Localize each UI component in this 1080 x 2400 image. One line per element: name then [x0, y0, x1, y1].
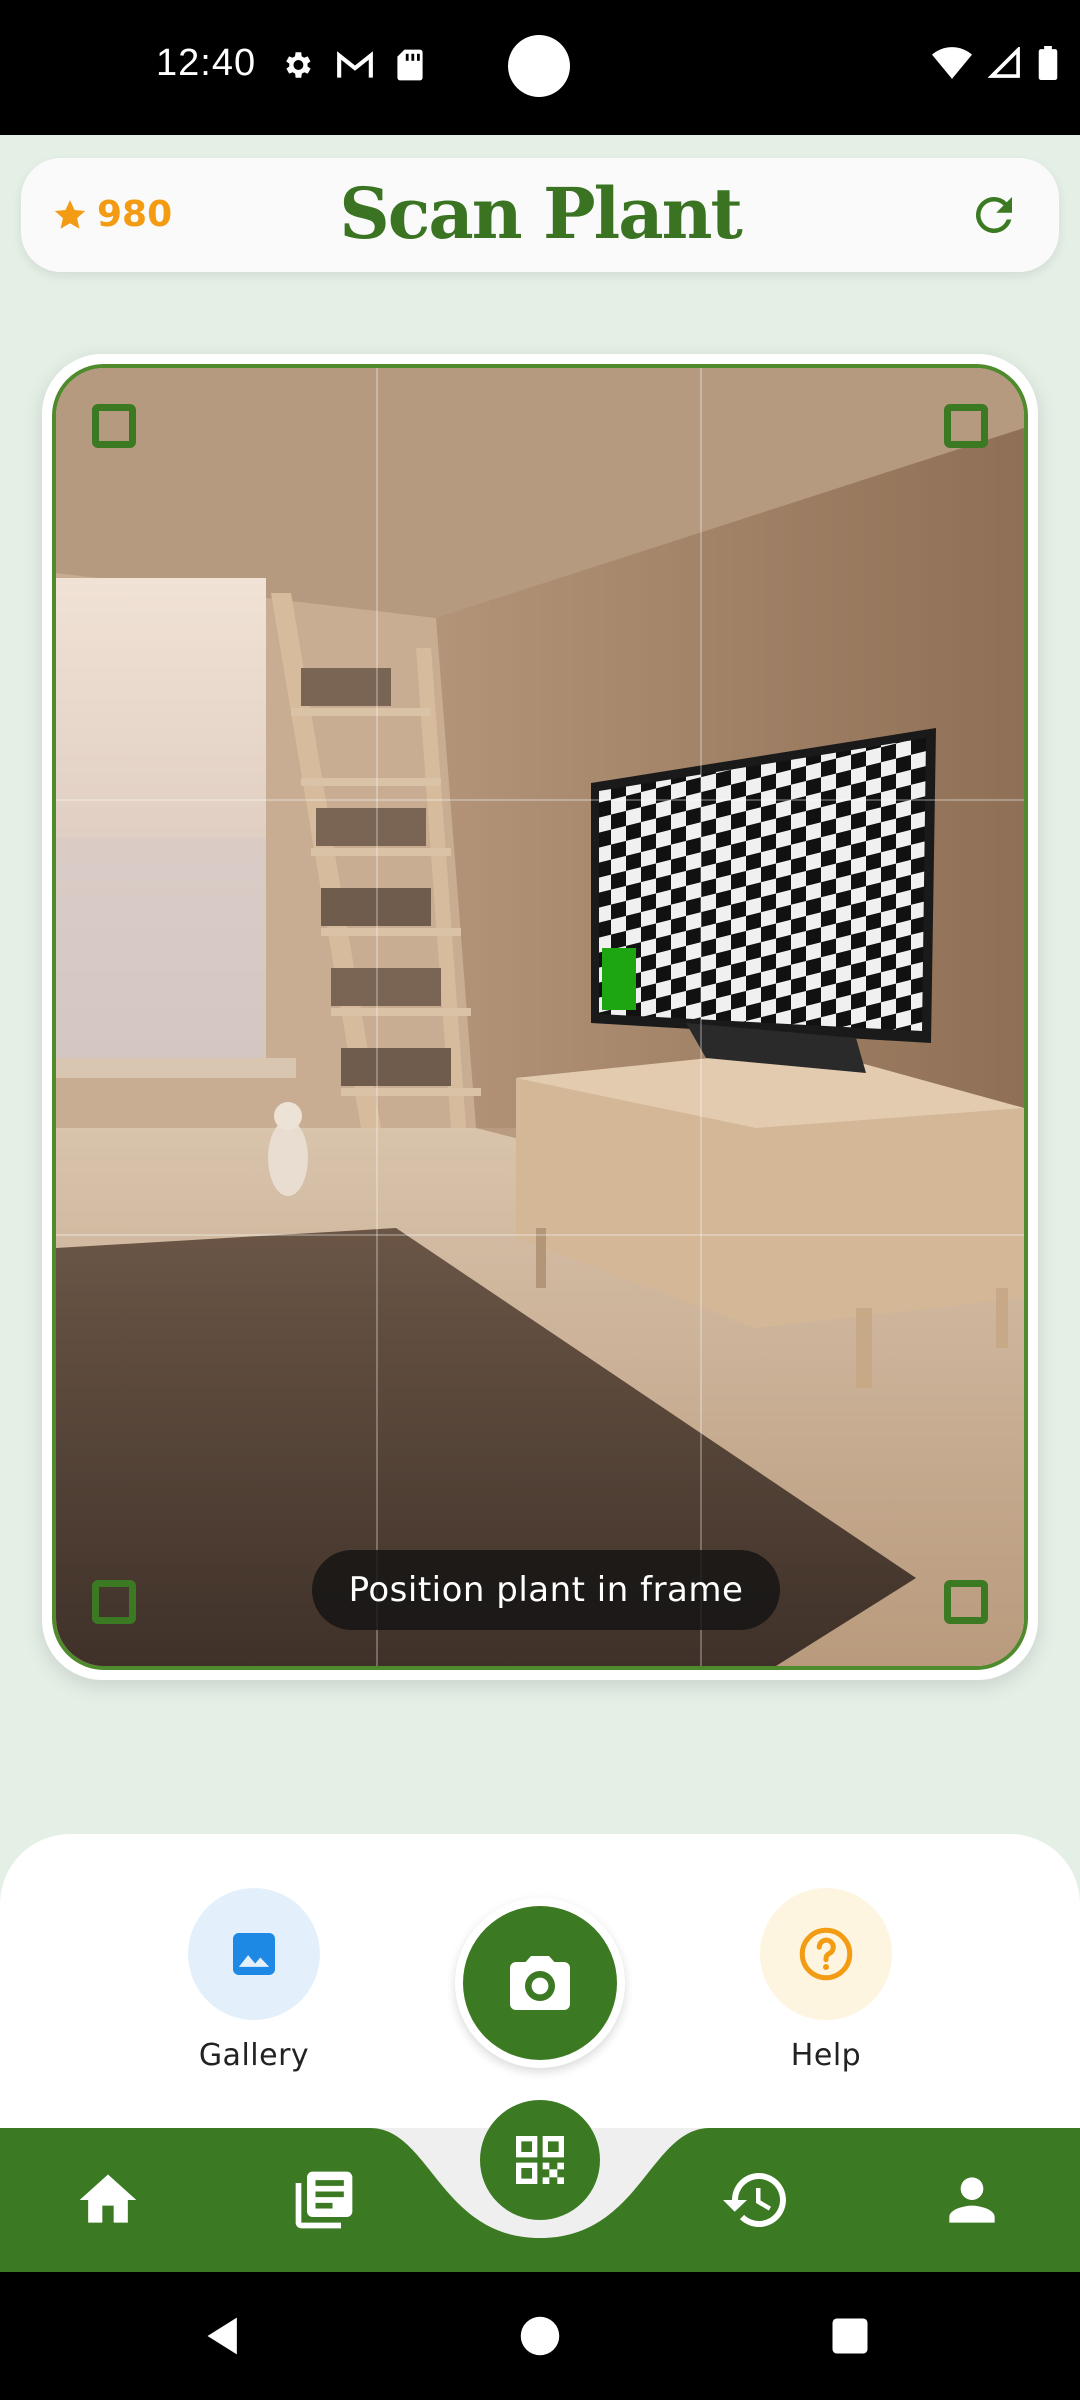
profile-icon: [949, 2177, 995, 2223]
nav-library[interactable]: [288, 2164, 360, 2236]
help-circle[interactable]: [760, 1888, 892, 2020]
grid-line: [56, 1234, 1024, 1236]
grid-line: [376, 368, 378, 1666]
scan-qr-icon: [516, 2136, 564, 2184]
camera-frame: Position plant in frame: [42, 354, 1038, 1680]
status-bar: 12:40: [0, 0, 1080, 135]
help-label: Help: [790, 2038, 862, 2073]
position-hint: Position plant in frame: [312, 1550, 780, 1630]
gallery-label: Gallery: [198, 2038, 310, 2073]
nav-home[interactable]: [72, 2164, 144, 2236]
refresh-icon: [975, 196, 1012, 233]
system-home-button[interactable]: [512, 2308, 568, 2364]
status-icons-right: [932, 46, 1058, 80]
sd-card-icon: [397, 49, 423, 81]
grid-line: [56, 799, 1024, 801]
gear-icon: [286, 52, 311, 78]
gmail-icon: [337, 51, 373, 78]
status-time: 12:40: [156, 42, 257, 84]
gallery-button[interactable]: Gallery: [188, 1888, 320, 2073]
system-navigation-bar: [0, 2272, 1080, 2400]
frame-corner-bottom-right: [944, 1580, 988, 1624]
wifi-icon: [932, 47, 972, 79]
capture-button[interactable]: [463, 1906, 617, 2060]
refresh-button[interactable]: [967, 188, 1021, 242]
system-recents-button[interactable]: [822, 2308, 878, 2364]
status-icons-left: [280, 48, 424, 82]
library-icon: [295, 2171, 353, 2229]
camera-icon: [510, 1956, 570, 2010]
home-icon: [79, 2174, 137, 2223]
help-icon: [799, 1927, 853, 1981]
recents-icon: [832, 2318, 868, 2354]
camera-scene-image: [56, 368, 1024, 1666]
frame-corner-bottom-left: [92, 1580, 136, 1624]
nav-profile[interactable]: [936, 2164, 1008, 2236]
capture-button-ring[interactable]: [455, 1898, 625, 2068]
history-icon: [723, 2173, 786, 2227]
back-icon: [207, 2317, 237, 2355]
nav-history[interactable]: [720, 2164, 792, 2236]
gallery-icon: [233, 1933, 275, 1975]
battery-icon: [1038, 46, 1058, 80]
front-camera: [508, 35, 570, 97]
nav-scan[interactable]: [480, 2100, 600, 2220]
help-button[interactable]: Help: [760, 1888, 892, 2073]
frame-corner-top-left: [92, 404, 136, 448]
app-header: 980 Scan Plant: [21, 158, 1059, 272]
camera-preview[interactable]: Position plant in frame: [52, 364, 1028, 1670]
grid-line: [700, 368, 702, 1666]
page-title: Scan Plant: [339, 172, 743, 255]
signal-icon: [988, 47, 1020, 78]
frame-corner-top-right: [944, 404, 988, 448]
system-back-button[interactable]: [196, 2308, 252, 2364]
home-circle-icon: [520, 2316, 560, 2356]
gallery-circle[interactable]: [188, 1888, 320, 2020]
